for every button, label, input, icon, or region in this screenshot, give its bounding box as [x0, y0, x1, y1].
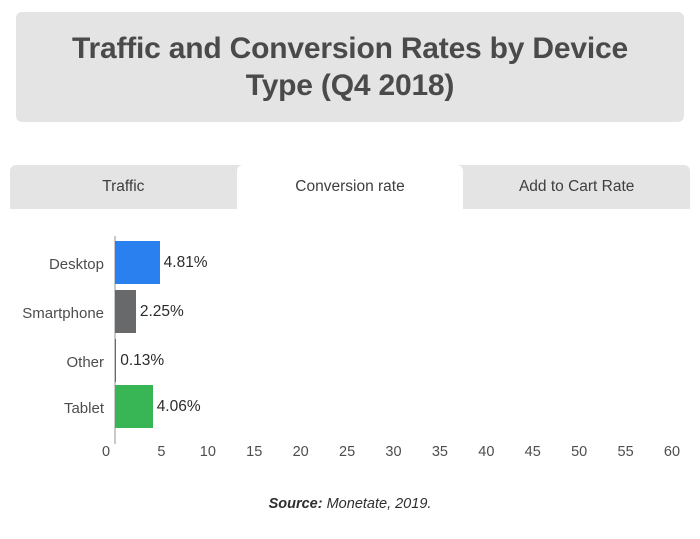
- bar-value-label: 2.25%: [139, 303, 184, 320]
- bar-desktop[interactable]: [115, 241, 160, 284]
- source-note: Source: Monetate, 2019.: [0, 496, 700, 512]
- x-axis: 0 5 10 15 20 25 30 35 40 45 50 55 60: [0, 444, 700, 472]
- x-tick-label: 5: [157, 444, 166, 460]
- x-tick-label: 35: [431, 444, 448, 460]
- x-tick-label: 50: [571, 444, 588, 460]
- tab-traffic[interactable]: Traffic: [10, 165, 237, 209]
- x-tick-label: 40: [478, 444, 495, 460]
- chart-title-panel: Traffic and Conversion Rates by Device T…: [16, 12, 684, 122]
- tab-label: Conversion rate: [295, 178, 405, 195]
- bar-value-label: 0.13%: [120, 352, 165, 369]
- bar-value-label: 4.81%: [163, 254, 208, 271]
- x-tick-label: 60: [663, 444, 681, 460]
- bar-tablet[interactable]: [115, 385, 153, 428]
- chart-area: Desktop 4.81% Smartphone 2.25% Other 0.13% Tab…: [0, 218, 700, 468]
- x-tick-label: 15: [246, 444, 263, 460]
- bar-value-label: 4.06%: [156, 398, 201, 415]
- x-tick-label: 20: [292, 444, 309, 460]
- tab-label: Add to Cart Rate: [518, 178, 635, 195]
- bar-smartphone[interactable]: [115, 290, 136, 333]
- category-label-row: Tablet: [0, 385, 104, 431]
- x-tick-label: 55: [617, 444, 634, 460]
- x-tick-label: 25: [339, 444, 356, 460]
- x-tick-label: 10: [199, 444, 216, 460]
- category-label: Tablet: [63, 399, 104, 417]
- category-label: Other: [66, 353, 104, 371]
- category-label: Smartphone: [22, 304, 104, 322]
- x-tick-label: 30: [385, 444, 402, 460]
- category-label-row: Smartphone: [0, 290, 104, 336]
- source-text: Monetate, 2019.: [322, 496, 432, 512]
- category-label-row: Desktop: [0, 241, 104, 287]
- category-label-row: Other: [0, 339, 104, 385]
- category-label: Desktop: [48, 255, 104, 273]
- tab-label: Traffic: [102, 178, 145, 195]
- tab-bar: Traffic Conversion rate Add to Cart Rate: [10, 165, 690, 209]
- source-label: Source:: [268, 496, 323, 512]
- tab-add-to-cart-rate[interactable]: Add to Cart Rate: [463, 165, 690, 209]
- tab-conversion-rate[interactable]: Conversion rate: [236, 165, 464, 209]
- bar-other[interactable]: [115, 339, 117, 382]
- x-tick-label: 0: [101, 444, 111, 460]
- bar-chart-plot: Desktop 4.81% Smartphone 2.25% Other 0.13% Tab…: [0, 218, 700, 468]
- page-title: Traffic and Conversion Rates by Device T…: [72, 31, 628, 103]
- x-tick-label: 45: [524, 444, 541, 460]
